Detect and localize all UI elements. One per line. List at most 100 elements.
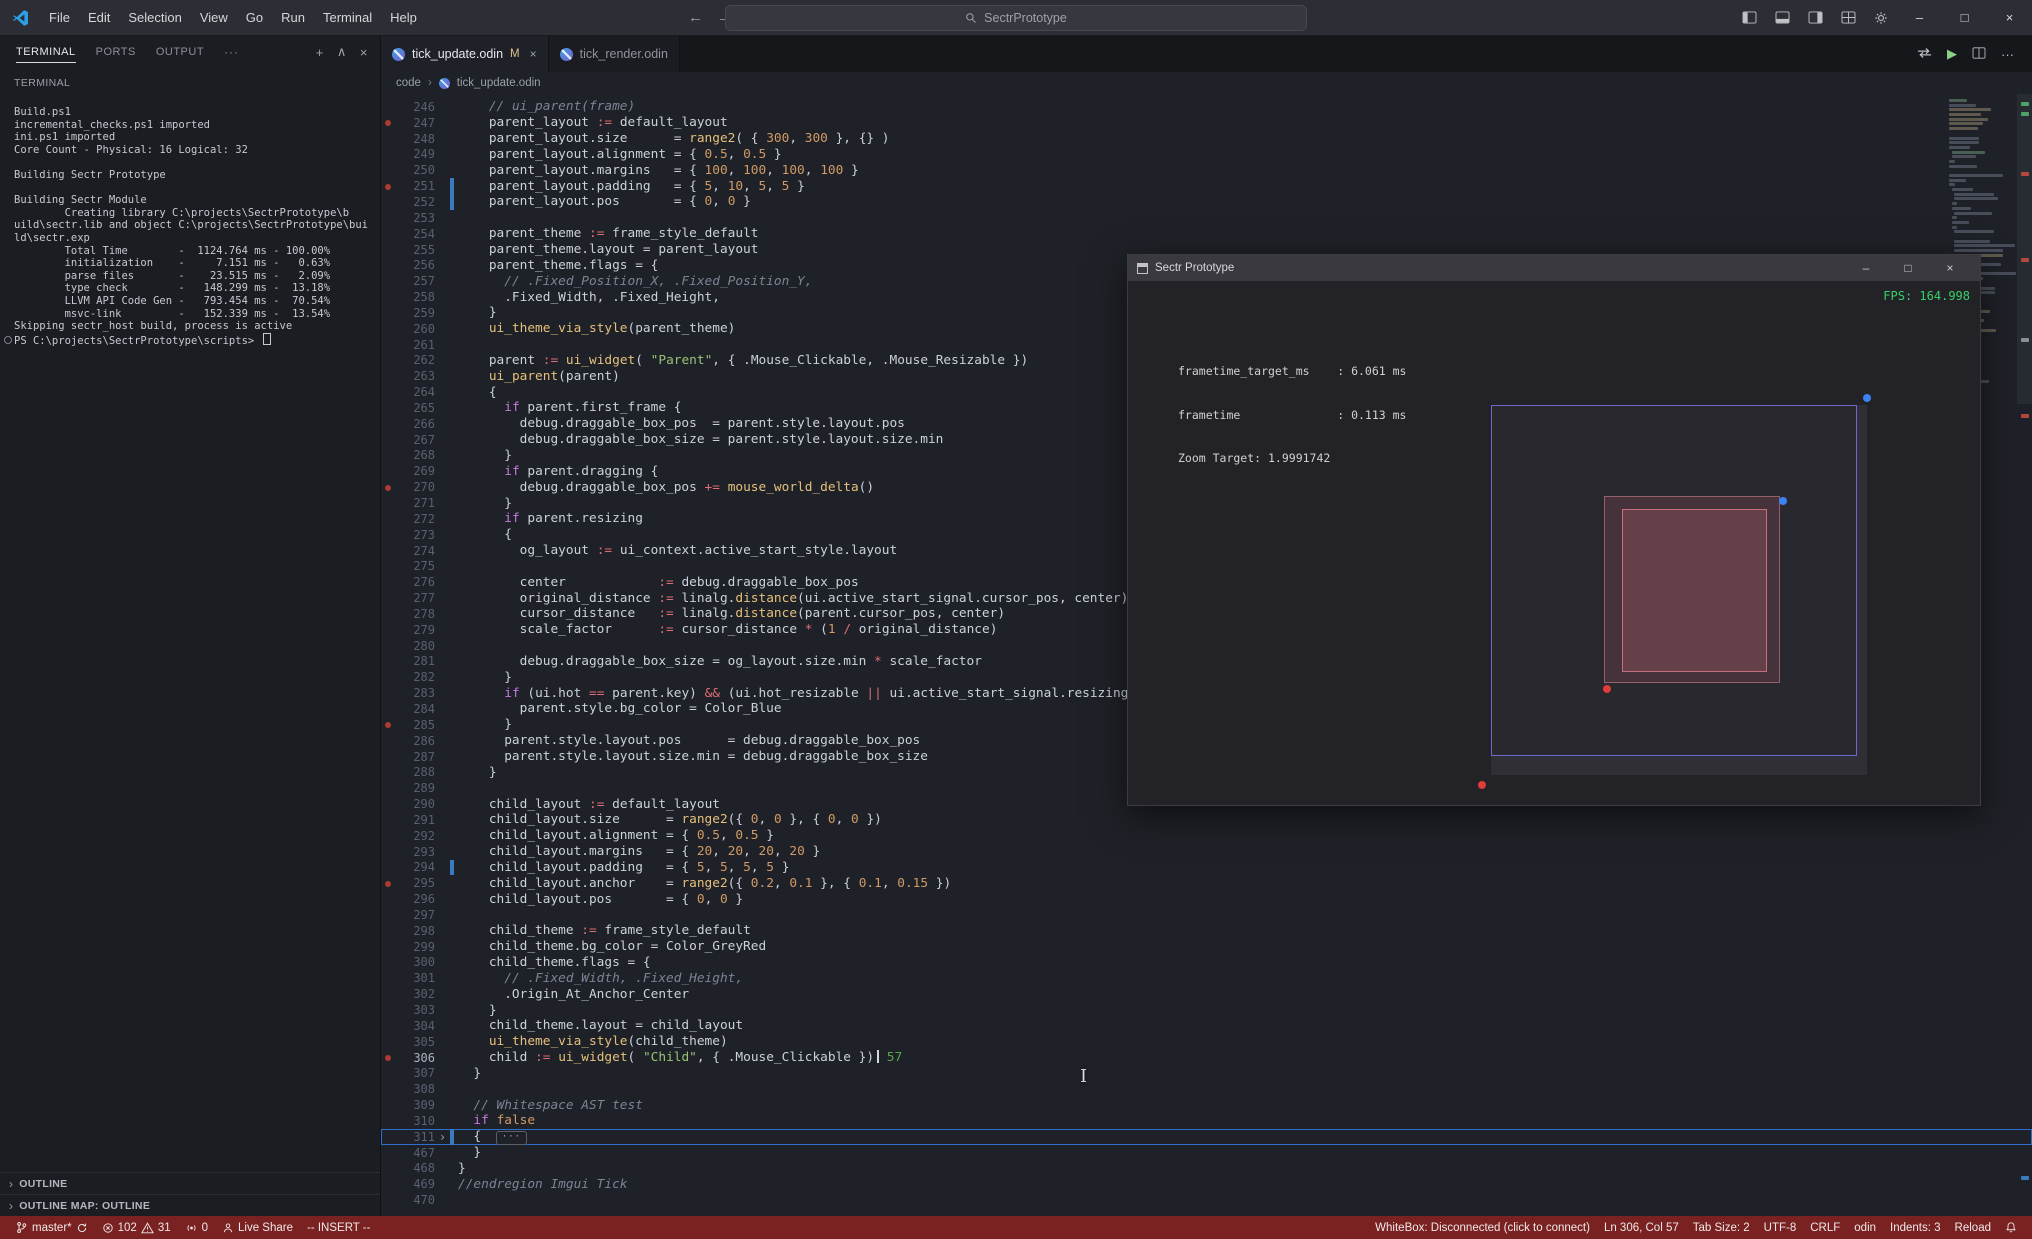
- toggle-panel-icon[interactable]: [1766, 11, 1799, 24]
- code-line[interactable]: 299 child_theme.bg_color = Color_GreyRed: [381, 939, 2032, 955]
- code-line[interactable]: 253: [381, 210, 2032, 226]
- window-close-button[interactable]: ×: [1987, 0, 2032, 35]
- overlay-viewport[interactable]: FPS: 164.998 frametime_target_ms : 6.061…: [1128, 281, 1980, 805]
- problems-indicator[interactable]: 102 31: [95, 1222, 178, 1234]
- customize-layout-icon[interactable]: [1832, 11, 1865, 24]
- code-line[interactable]: 309 // Whitespace AST test: [381, 1097, 2032, 1113]
- code-line[interactable]: 301 // .Fixed_Width, .Fixed_Height,: [381, 970, 2032, 986]
- menu-selection[interactable]: Selection: [119, 0, 190, 35]
- command-center-search[interactable]: SectrPrototype: [725, 5, 1307, 31]
- code-line[interactable]: 295 child_layout.anchor = range2({ 0.2, …: [381, 875, 2032, 891]
- overlay-close-button[interactable]: ×: [1929, 261, 1971, 275]
- open-changes-icon[interactable]: [1917, 47, 1932, 62]
- code-line[interactable]: 467 }: [381, 1145, 2032, 1161]
- tab-size-indicator[interactable]: Tab Size: 2: [1686, 1222, 1757, 1234]
- panel-tab-terminal[interactable]: TERMINAL: [16, 42, 76, 63]
- code-line[interactable]: 305 ui_theme_via_style(child_theme): [381, 1034, 2032, 1050]
- code-line[interactable]: 291 child_layout.size = range2({ 0, 0 },…: [381, 812, 2032, 828]
- panel-tabs-overflow-icon[interactable]: ···: [224, 45, 239, 59]
- more-actions-icon[interactable]: ···: [2001, 47, 2014, 62]
- code-line[interactable]: 304 child_theme.layout = child_layout: [381, 1018, 2032, 1034]
- menu-go[interactable]: Go: [237, 0, 272, 35]
- git-branch-indicator[interactable]: master*: [8, 1221, 95, 1234]
- indents-indicator[interactable]: Indents: 3: [1883, 1222, 1948, 1234]
- code-line[interactable]: 300 child_theme.flags = {: [381, 955, 2032, 971]
- breadcrumb-file[interactable]: tick_update.odin: [457, 77, 541, 89]
- gutter-marker-column[interactable]: [381, 1050, 395, 1065]
- new-terminal-icon[interactable]: +: [316, 45, 324, 60]
- code-line[interactable]: 252 parent_layout.pos = { 0, 0 }: [381, 194, 2032, 210]
- code-line[interactable]: 254 parent_theme := frame_style_default: [381, 226, 2032, 242]
- menu-edit[interactable]: Edit: [79, 0, 119, 35]
- code-line[interactable]: 470: [381, 1192, 2032, 1208]
- fold-chevron-icon[interactable]: ›: [435, 1130, 450, 1144]
- breadcrumb[interactable]: code › tick_update.odin: [381, 72, 2032, 94]
- overlay-minimize-button[interactable]: –: [1845, 261, 1887, 275]
- code-line[interactable]: 468}: [381, 1161, 2032, 1177]
- menu-terminal[interactable]: Terminal: [314, 0, 381, 35]
- code-line[interactable]: 311 › { ···: [381, 1129, 2032, 1145]
- menu-file[interactable]: File: [40, 0, 79, 35]
- sectr-prototype-window[interactable]: Sectr Prototype – □ × FPS: 164.998 frame…: [1127, 254, 1981, 806]
- notifications-bell[interactable]: [1998, 1221, 2024, 1234]
- gutter-marker-column[interactable]: [381, 480, 395, 495]
- code-line[interactable]: 294 child_layout.padding = { 5, 5, 5, 5 …: [381, 859, 2032, 876]
- code-line[interactable]: 250 parent_layout.margins = { 100, 100, …: [381, 162, 2032, 178]
- code-line[interactable]: 249 parent_layout.alignment = { 0.5, 0.5…: [381, 147, 2032, 163]
- code-line[interactable]: 247 parent_layout := default_layout: [381, 115, 2032, 131]
- panel-tab-output[interactable]: OUTPUT: [156, 42, 204, 62]
- menu-run[interactable]: Run: [272, 0, 314, 35]
- code-line[interactable]: 246 // ui_parent(frame): [381, 99, 2032, 115]
- code-line[interactable]: 308: [381, 1081, 2032, 1097]
- gutter-marker-column[interactable]: [381, 179, 395, 194]
- live-share-button[interactable]: Live Share: [215, 1222, 300, 1234]
- code-line[interactable]: 306 child := ui_widget( "Child", { .Mous…: [381, 1050, 2032, 1066]
- child-widget-box[interactable]: [1622, 509, 1767, 672]
- split-editor-icon[interactable]: [1972, 46, 1986, 62]
- sync-changes-icon[interactable]: [76, 1222, 88, 1234]
- code-line[interactable]: 297: [381, 907, 2032, 923]
- eol-indicator[interactable]: CRLF: [1803, 1222, 1847, 1234]
- run-file-button[interactable]: ▶: [1947, 46, 1957, 62]
- settings-gear-icon[interactable]: [1865, 11, 1897, 25]
- close-tab-icon[interactable]: ×: [530, 47, 537, 61]
- outline-map-section-header[interactable]: › OUTLINE MAP: OUTLINE: [0, 1194, 380, 1216]
- code-line[interactable]: 293 child_layout.margins = { 20, 20, 20,…: [381, 844, 2032, 860]
- gutter-marker-column[interactable]: [381, 717, 395, 732]
- folded-code-pill[interactable]: ···: [495, 1130, 528, 1145]
- code-line[interactable]: 292 child_layout.alignment = { 0.5, 0.5 …: [381, 828, 2032, 844]
- code-line[interactable]: 248 parent_layout.size = range2( { 300, …: [381, 131, 2032, 147]
- language-mode-indicator[interactable]: odin: [1847, 1222, 1883, 1234]
- gutter-marker-column[interactable]: [381, 115, 395, 130]
- vim-mode-indicator[interactable]: -- INSERT --: [300, 1222, 377, 1234]
- overlay-title-bar[interactable]: Sectr Prototype – □ ×: [1128, 255, 1980, 281]
- encoding-indicator[interactable]: UTF-8: [1757, 1222, 1804, 1234]
- code-line[interactable]: 303 }: [381, 1002, 2032, 1018]
- menu-help[interactable]: Help: [381, 0, 426, 35]
- outline-section-header[interactable]: › OUTLINE: [0, 1172, 380, 1194]
- code-line[interactable]: 310 if false: [381, 1113, 2032, 1129]
- maximize-panel-icon[interactable]: ∧: [337, 44, 347, 60]
- toggle-sidebar-icon[interactable]: [1733, 11, 1766, 24]
- gutter-marker-column[interactable]: [381, 876, 395, 891]
- overlay-maximize-button[interactable]: □: [1887, 261, 1929, 275]
- cursor-position-indicator[interactable]: Ln 306, Col 57: [1597, 1222, 1686, 1234]
- code-line[interactable]: 469 //endregion Imgui Tick: [381, 1176, 2032, 1192]
- breadcrumb-folder[interactable]: code: [396, 77, 421, 89]
- ports-indicator[interactable]: 0: [178, 1222, 215, 1234]
- whitebox-status[interactable]: WhiteBox: Disconnected (click to connect…: [1368, 1222, 1597, 1234]
- nav-back-icon[interactable]: ←: [688, 9, 703, 26]
- tab-tick-render[interactable]: tick_render.odin: [548, 36, 680, 72]
- window-minimize-button[interactable]: –: [1897, 0, 1942, 35]
- toggle-secondary-sidebar-icon[interactable]: [1799, 11, 1832, 24]
- code-line[interactable]: 302 .Origin_At_Anchor_Center: [381, 986, 2032, 1002]
- menu-view[interactable]: View: [191, 0, 237, 35]
- tab-tick-update[interactable]: tick_update.odin M ×: [381, 36, 549, 72]
- code-line[interactable]: 296 child_layout.pos = { 0, 0 }: [381, 891, 2032, 907]
- code-line[interactable]: 251 parent_layout.padding = { 5, 10, 5, …: [381, 178, 2032, 195]
- code-line[interactable]: 298 child_theme := frame_style_default: [381, 923, 2032, 939]
- close-panel-icon[interactable]: ×: [360, 45, 368, 60]
- panel-tab-ports[interactable]: PORTS: [96, 42, 136, 62]
- terminal-output[interactable]: Build.ps1 incremental_checks.ps1 imported…: [0, 100, 380, 1106]
- reload-button[interactable]: Reload: [1948, 1222, 1998, 1234]
